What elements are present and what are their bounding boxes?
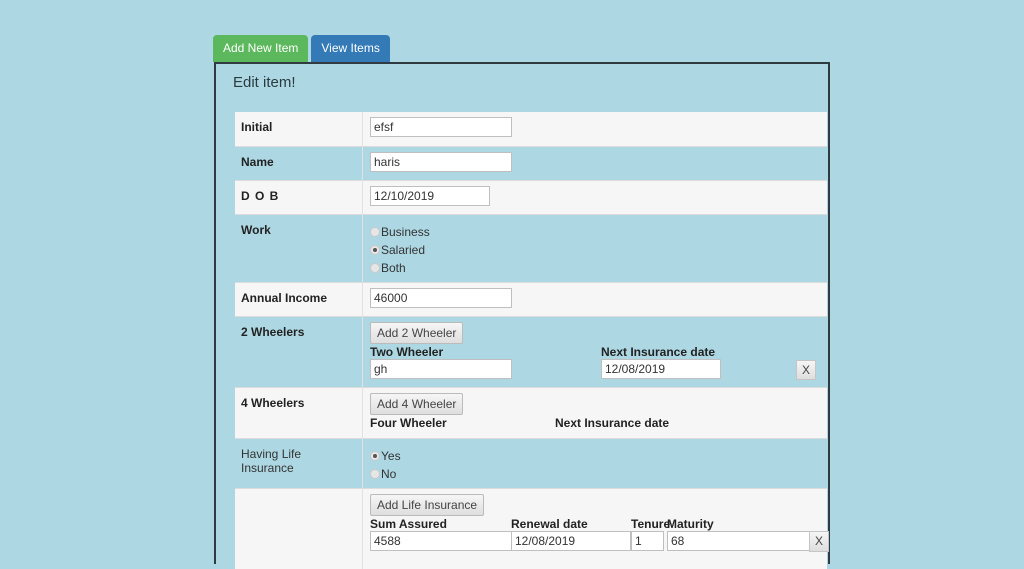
work-option-business[interactable]: Business	[370, 223, 820, 241]
two-wheeler-date-input[interactable]	[601, 358, 721, 379]
initial-input[interactable]	[370, 117, 512, 137]
initial-label: Initial	[235, 112, 363, 146]
tenure-input[interactable]	[631, 530, 664, 551]
edit-form: Initial Name D O B Work Business Salarie…	[235, 112, 829, 569]
name-input[interactable]	[370, 151, 512, 172]
remove-two-wheeler-button[interactable]: X	[796, 359, 816, 380]
renewal-date-input[interactable]	[511, 530, 631, 551]
add-4-wheeler-button[interactable]: Add 4 Wheeler	[370, 392, 464, 415]
work-option-both[interactable]: Both	[370, 259, 820, 277]
two-wheeler-header: Two Wheeler	[370, 344, 444, 359]
sum-assured-header: Sum Assured	[370, 516, 447, 531]
tenure-header: Tenure	[631, 516, 671, 531]
work-label: Work	[235, 213, 363, 282]
tab-add-new-item[interactable]: Add New Item	[213, 35, 309, 62]
four-wheeler-date-header: Next Insurance date	[555, 415, 670, 430]
name-label: Name	[235, 145, 363, 180]
page-title: Edit item!	[233, 74, 296, 91]
two-wheeler-input[interactable]	[370, 358, 512, 379]
radio-salaried[interactable]	[370, 244, 380, 255]
four-wheeler-header: Four Wheeler	[370, 415, 447, 430]
life-insurance-option-no[interactable]: No	[370, 465, 820, 483]
next-insurance-date-header: Next Insurance date	[601, 344, 716, 359]
edit-item-panel: Edit item! Initial Name D O B Work Busin…	[214, 62, 830, 569]
radio-yes[interactable]	[370, 450, 380, 461]
annual-income-label: Annual Income	[235, 281, 363, 316]
radio-business[interactable]	[370, 226, 380, 237]
two-wheelers-label: 2 Wheelers	[235, 315, 363, 387]
sum-assured-input[interactable]	[370, 530, 512, 551]
add-2-wheeler-button[interactable]: Add 2 Wheeler	[370, 321, 464, 344]
remove-life-insurance-button[interactable]: X	[809, 530, 829, 552]
life-insurance-option-yes[interactable]: Yes	[370, 447, 820, 465]
four-wheelers-label: 4 Wheelers	[235, 386, 363, 438]
dob-input[interactable]	[370, 185, 490, 206]
annual-income-input[interactable]	[370, 287, 512, 308]
renewal-date-header: Renewal date	[511, 516, 588, 531]
maturity-input[interactable]	[667, 530, 810, 551]
dob-label: D O B	[235, 179, 363, 214]
radio-no[interactable]	[370, 468, 380, 479]
work-option-salaried[interactable]: Salaried	[370, 241, 820, 259]
tab-view-items[interactable]: View Items	[311, 35, 390, 62]
add-life-insurance-button[interactable]: Add Life Insurance	[370, 493, 485, 516]
maturity-header: Maturity	[667, 516, 714, 531]
radio-both[interactable]	[370, 262, 380, 273]
life-insurance-label: Having Life Insurance	[235, 437, 363, 488]
tab-bar: Add New Item View Items	[213, 35, 390, 62]
